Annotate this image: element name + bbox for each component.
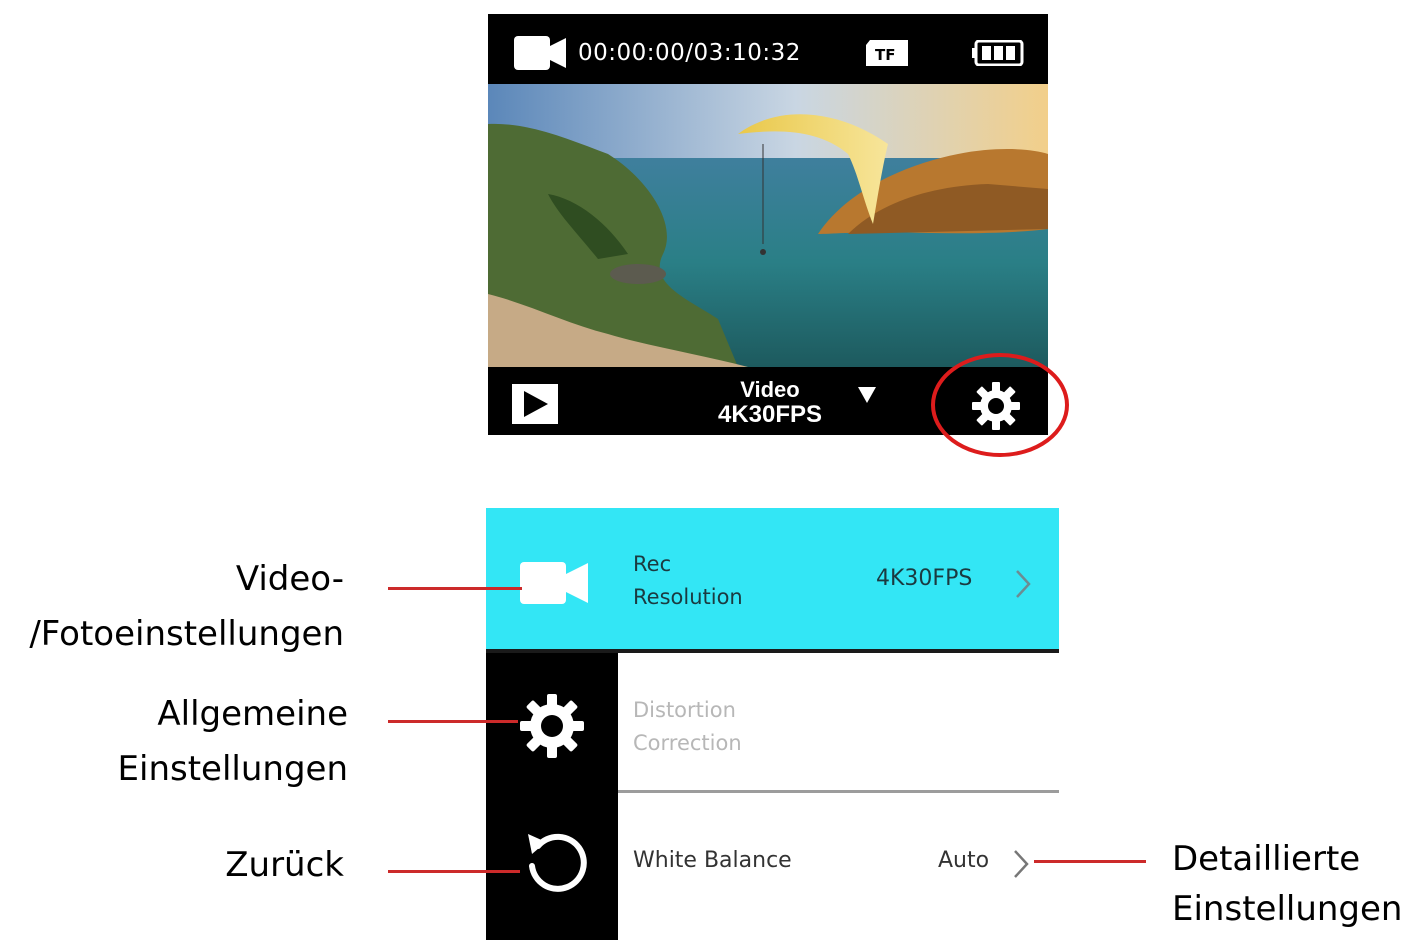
annotation-general-settings: Allgemeine Einstellungen bbox=[117, 694, 348, 789]
distortion-correction-label: Distortion Correction bbox=[633, 698, 742, 755]
chevron-right-icon bbox=[1016, 570, 1031, 598]
video-photo-settings-tab[interactable] bbox=[520, 560, 588, 606]
mode-name: Video bbox=[740, 377, 800, 402]
triangle-down-icon[interactable] bbox=[856, 385, 878, 405]
general-settings-tab[interactable] bbox=[520, 694, 584, 758]
tf-card-icon: TF bbox=[866, 40, 908, 66]
chevron-right-icon[interactable] bbox=[1012, 848, 1030, 880]
video-camera-icon bbox=[520, 562, 588, 604]
video-camera-icon bbox=[514, 36, 566, 70]
recording-timecode: 00:00:00/03:10:32 bbox=[578, 40, 801, 66]
annotation-video-photo-settings: Video- /Fotoeinstellungen bbox=[29, 559, 344, 654]
back-button[interactable] bbox=[524, 830, 588, 894]
annotation-back: Zurück bbox=[225, 845, 344, 885]
playback-button[interactable] bbox=[512, 384, 558, 424]
rec-resolution-value: 4K30FPS bbox=[876, 566, 973, 591]
annotation-leader-line bbox=[388, 720, 518, 723]
rec-resolution-label: Rec Resolution bbox=[633, 552, 743, 609]
white-balance-label: White Balance bbox=[633, 848, 792, 873]
annotation-detailed-settings: Detaillierte Einstellungen bbox=[1172, 839, 1403, 929]
mode-resolution: 4K30FPS bbox=[717, 401, 823, 428]
settings-highlight-circle bbox=[931, 353, 1069, 457]
annotation-leader-line bbox=[388, 587, 522, 590]
tf-card-label: TF bbox=[875, 46, 895, 64]
annotation-leader-line bbox=[1034, 860, 1146, 863]
camera-status-bar: 00:00:00/03:10:32 TF bbox=[488, 14, 1048, 84]
capture-mode-selector[interactable]: Video 4K30FPS bbox=[710, 377, 830, 427]
battery-icon bbox=[972, 40, 1024, 66]
annotation-leader-line bbox=[388, 870, 520, 873]
settings-menu: Rec Resolution 4K30FPS Distortion Correc… bbox=[486, 508, 1059, 940]
live-preview-image bbox=[488, 84, 1048, 367]
white-balance-value: Auto bbox=[938, 848, 990, 873]
back-arrow-icon bbox=[528, 833, 587, 892]
